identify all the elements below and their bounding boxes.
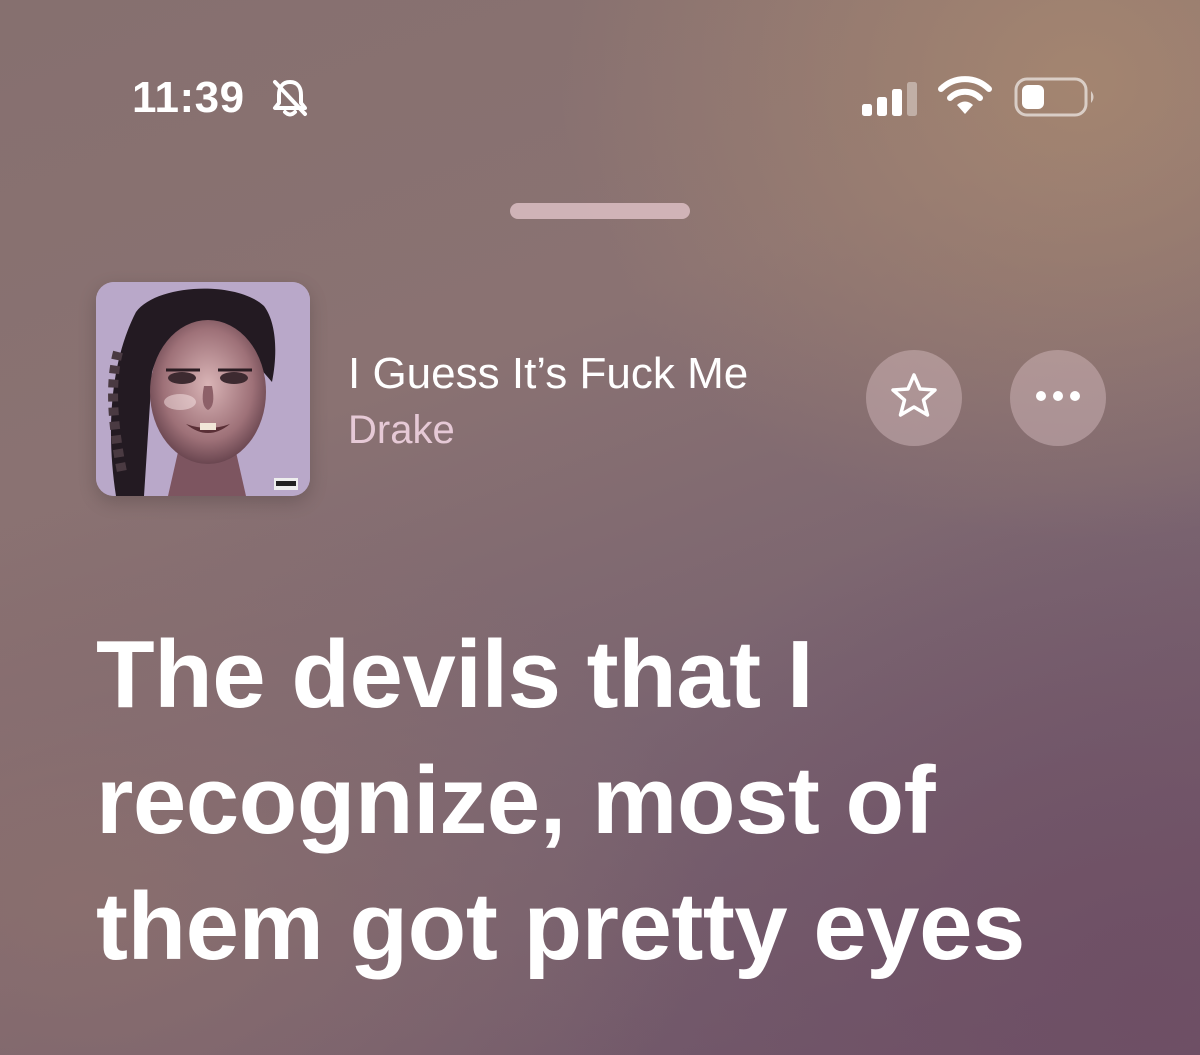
more-icon xyxy=(1034,389,1082,408)
more-options-button[interactable] xyxy=(1010,350,1106,446)
track-title[interactable]: I Guess It’s Fuck Me xyxy=(348,346,858,402)
album-art[interactable] xyxy=(96,282,310,496)
wifi-icon xyxy=(938,76,992,116)
star-icon xyxy=(889,371,939,426)
current-lyric-line[interactable]: The devils that I recognize, most of the… xyxy=(96,612,1156,990)
bell-muted-icon xyxy=(268,76,312,120)
cellular-signal-icon xyxy=(860,80,922,116)
status-time: 11:39 xyxy=(132,73,245,122)
sheet-grabber[interactable] xyxy=(510,203,690,219)
battery-icon xyxy=(1014,76,1098,118)
favorite-button[interactable] xyxy=(866,350,962,446)
track-artist[interactable]: Drake xyxy=(348,404,455,456)
